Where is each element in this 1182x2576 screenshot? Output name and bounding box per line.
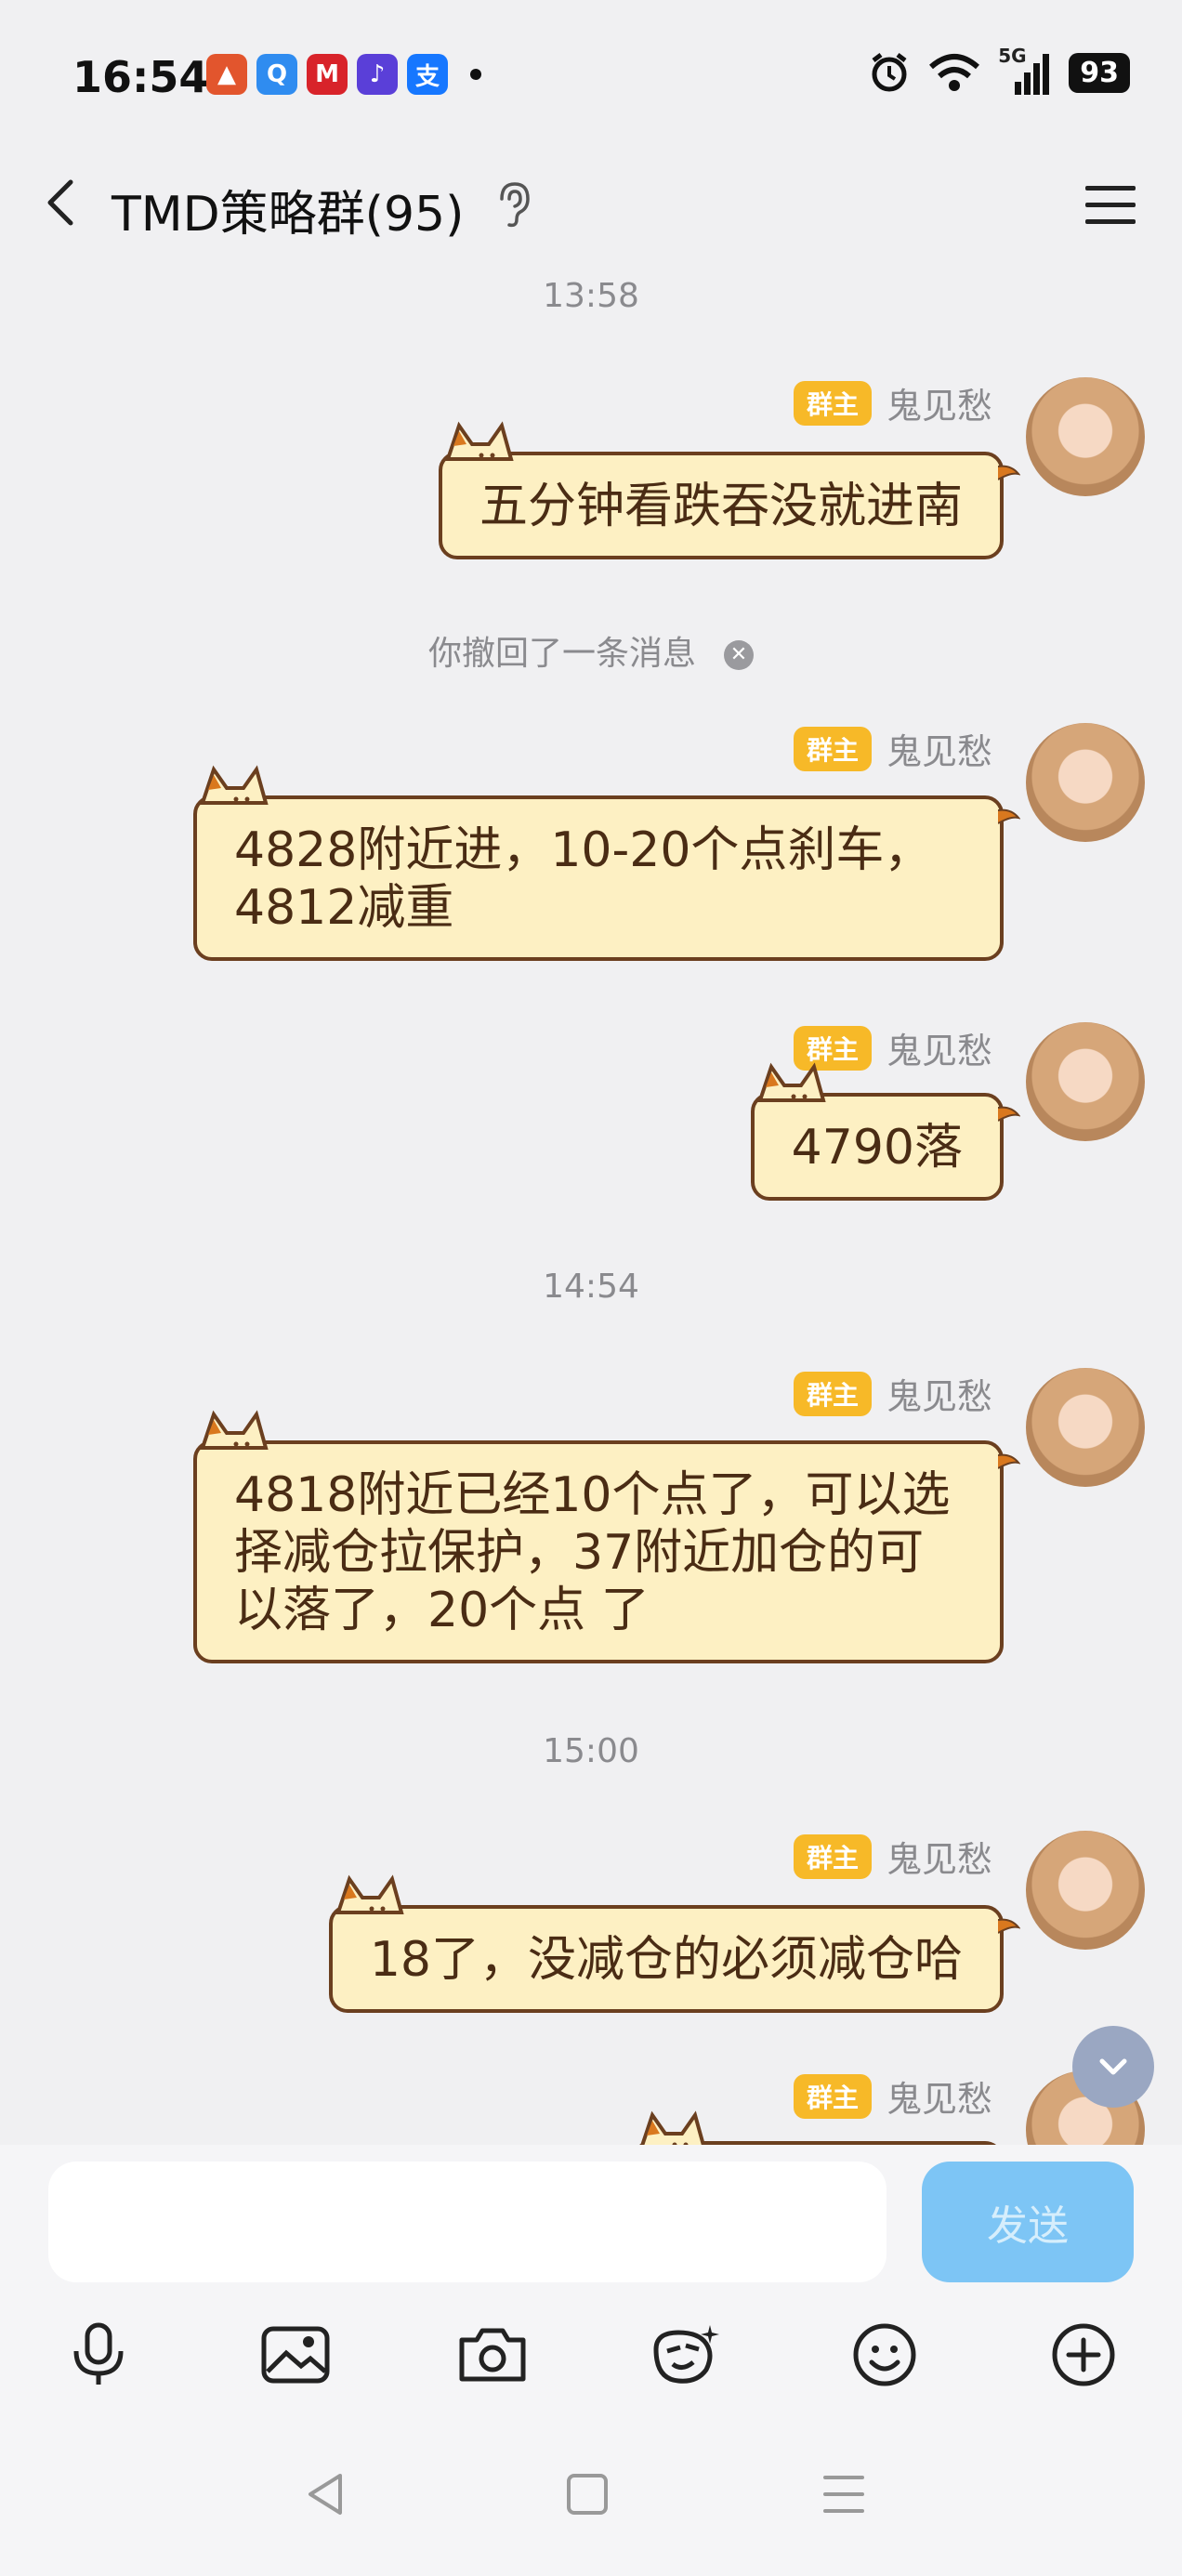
plus-icon	[1052, 2323, 1115, 2386]
bubble-tail	[998, 1453, 1020, 1469]
timestamp: 13:58	[543, 277, 639, 315]
close-icon[interactable]: ✕	[724, 640, 754, 670]
status-right: 5G 93	[868, 45, 1130, 95]
sender-row: 群主 鬼见愁	[793, 2070, 992, 2122]
send-button[interactable]: 发送	[922, 2162, 1134, 2282]
owner-badge: 群主	[793, 726, 872, 771]
chevron-down-icon	[1099, 2058, 1127, 2075]
more-button[interactable]	[1044, 2316, 1123, 2394]
message-text: 4828附近进，10-20个点刹车，4812减重	[234, 822, 933, 936]
owner-badge: 群主	[793, 380, 872, 426]
message-list[interactable]: 13:58 群主 鬼见愁 五分钟看跌吞没就进南 你撤回了一条消息 ✕ 群主 鬼见愁	[0, 258, 1182, 2145]
bubble-tail	[998, 1106, 1020, 1122]
message-text: 4790落	[791, 1120, 963, 1176]
bubble-tail	[998, 465, 1020, 480]
sender-name[interactable]: 鬼见愁	[886, 377, 992, 428]
cat-ears-decoration	[335, 1874, 404, 1914]
bubble-tail	[998, 1918, 1020, 1934]
wifi-icon	[929, 54, 980, 91]
status-time: 16:54	[72, 52, 209, 102]
sender-name[interactable]: 鬼见愁	[886, 1368, 992, 1419]
notification-icons: ▲ Q M ♪ 支	[206, 54, 481, 95]
meituan-app-icon: ▲	[206, 54, 247, 95]
sticker-button[interactable]	[649, 2316, 727, 2394]
timestamp: 15:00	[543, 1732, 639, 1770]
emoji-icon	[853, 2323, 916, 2386]
nav-back-icon[interactable]	[297, 2464, 357, 2524]
recall-notice: 你撤回了一条消息 ✕	[0, 626, 1182, 675]
message-bubble[interactable]: 18了，没减仓的必须减仓哈	[328, 1874, 1020, 2013]
battery-indicator: 93	[1069, 52, 1130, 93]
microphone-icon	[73, 2322, 124, 2385]
system-navigation-bar	[0, 2416, 1182, 2576]
message-bubble[interactable]: 4790落	[750, 1062, 1020, 1201]
emoji-button[interactable]	[846, 2316, 924, 2394]
cmb-bank-app-icon: M	[307, 54, 348, 95]
cat-ears-decoration	[445, 421, 514, 461]
sticker-icon	[653, 2325, 719, 2384]
message-bubble[interactable]: 4828附近进，10-20个点刹车，4812减重	[193, 765, 1020, 961]
nav-home-icon[interactable]	[558, 2464, 617, 2524]
camera-button[interactable]	[453, 2316, 532, 2394]
message-bubble[interactable]: 4818附近已经10个点了，可以选择减仓拉保护，37附近加仓的可以落了，20个点…	[193, 1410, 1020, 1663]
avatar[interactable]	[1026, 1368, 1145, 1487]
sender-row: 群主 鬼见愁	[793, 723, 992, 774]
nav-recents-icon[interactable]	[814, 2464, 873, 2524]
alipay-app-icon: 支	[407, 54, 448, 95]
sender-name[interactable]: 鬼见愁	[886, 723, 992, 774]
owner-badge: 群主	[793, 2073, 872, 2119]
ai-app-icon: ♪	[357, 54, 398, 95]
camera-icon	[459, 2328, 526, 2382]
alarm-icon	[872, 53, 907, 92]
cat-ears-decoration	[756, 1062, 826, 1102]
cellular-signal-icon: 5G	[998, 45, 1052, 95]
owner-badge: 群主	[793, 1371, 872, 1416]
qq-browser-app-icon: Q	[256, 54, 297, 95]
status-bar: 16:54 ▲ Q M ♪ 支 5G 93	[0, 0, 1182, 156]
message-bubble[interactable]: 五分钟看跌吞没就进南	[438, 421, 1020, 559]
bubble-tail	[998, 808, 1020, 824]
sender-name[interactable]: 鬼见愁	[886, 1831, 992, 1882]
avatar[interactable]	[1026, 1022, 1145, 1141]
image-icon	[261, 2326, 330, 2384]
sender-row: 群主 鬼见愁	[793, 1831, 992, 1882]
sender-row: 群主 鬼见愁	[793, 377, 992, 428]
chat-title[interactable]: TMD策略群(95)	[112, 175, 464, 244]
message-text: 4818附近已经10个点了，可以选择减仓拉保护，37附近加仓的可以落了，20个点…	[234, 1467, 951, 1638]
avatar[interactable]	[1026, 1831, 1145, 1950]
image-button[interactable]	[256, 2316, 335, 2394]
sender-row: 群主 鬼见愁	[793, 1368, 992, 1419]
sender-name[interactable]: 鬼见愁	[886, 2070, 992, 2122]
timestamp: 14:54	[543, 1268, 639, 1306]
voice-button[interactable]	[59, 2316, 138, 2394]
recall-notice-text: 你撤回了一条消息	[427, 635, 696, 673]
avatar[interactable]	[1026, 377, 1145, 496]
back-button[interactable]	[33, 173, 93, 232]
avatar[interactable]	[1026, 723, 1145, 842]
message-text: 18了，没减仓的必须减仓哈	[369, 1932, 963, 1988]
more-notifications-dot	[470, 69, 481, 80]
input-toolbar	[0, 2295, 1182, 2416]
owner-badge: 群主	[793, 1833, 872, 1879]
ear-icon[interactable]	[492, 180, 533, 229]
network-type: 5G	[998, 45, 1027, 67]
cat-ears-decoration	[640, 2110, 705, 2145]
scroll-to-bottom-button[interactable]	[1072, 2026, 1154, 2108]
menu-icon[interactable]	[1082, 180, 1139, 229]
chat-header: TMD策略群(95)	[0, 156, 1182, 258]
message-text: 五分钟看跌吞没就进南	[479, 479, 963, 534]
message-input[interactable]	[48, 2162, 886, 2282]
sender-name[interactable]: 鬼见愁	[886, 1022, 992, 1073]
cat-ears-decoration	[200, 1410, 269, 1450]
cat-ears-decoration	[200, 765, 269, 805]
input-bar: 发送	[0, 2145, 1182, 2295]
